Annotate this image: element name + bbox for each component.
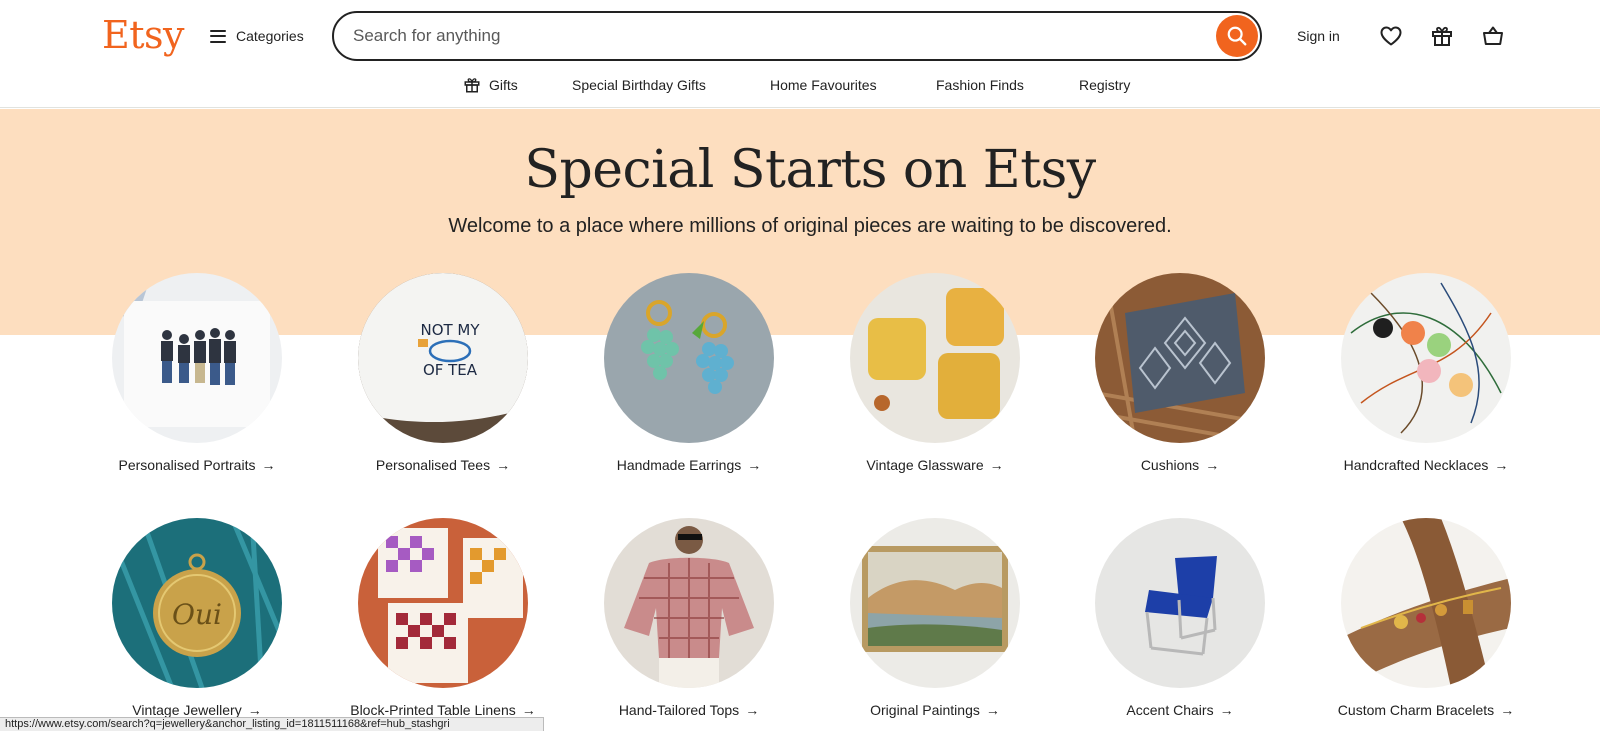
subnav-item-fashion-finds[interactable]: Fashion Finds (936, 72, 1024, 98)
basket-icon (1483, 26, 1503, 45)
etsy-logo[interactable]: Etsy (102, 11, 184, 59)
necklace-image (1341, 273, 1511, 443)
categories-label: Categories (236, 28, 304, 44)
painting-image (850, 518, 1020, 688)
cushion-image (1095, 273, 1265, 443)
hero-subtitle: Welcome to a place where millions of ori… (448, 215, 1172, 237)
heart-icon (1380, 26, 1402, 46)
tee-image: NOT MY OF TEA (358, 273, 528, 443)
category-label: Vintage Glassware → (866, 457, 1004, 473)
subnav-label: Fashion Finds (936, 77, 1024, 93)
category-label: Original Paintings → (870, 702, 1000, 718)
glassware-image (850, 273, 1020, 443)
subnav-item-registry[interactable]: Registry (1079, 72, 1130, 98)
category-label: Accent Chairs → (1126, 702, 1234, 718)
gift-icon (464, 78, 480, 93)
arrow-right-icon: → (747, 457, 762, 473)
subnav-label: Registry (1079, 77, 1131, 93)
svg-text:NOT MY: NOT MY (420, 321, 480, 339)
categories-button[interactable]: Categories (210, 22, 304, 50)
search-button[interactable] (1216, 15, 1258, 57)
category-label: Handcrafted Necklaces → (1343, 457, 1509, 473)
svg-text:OF TEA: OF TEA (423, 361, 478, 379)
arrow-right-icon: → (745, 702, 760, 718)
category-label: Handmade Earrings → (616, 457, 762, 473)
gift-icon (1432, 26, 1452, 46)
subnav-label: Special Birthday Gifts (572, 77, 706, 93)
arrow-right-icon: → (1494, 457, 1509, 473)
jewellery-image: Oui (112, 518, 282, 688)
category-label: Personalised Portraits → (118, 457, 276, 473)
subnav-label: Home Favourites (770, 77, 877, 93)
tops-image (604, 518, 774, 688)
subnav-label: Gifts (489, 77, 518, 93)
arrow-right-icon: → (1219, 702, 1234, 718)
cart-button[interactable] (1479, 22, 1507, 50)
subnav-item-special-birthday-gifts[interactable]: Special Birthday Gifts (572, 72, 706, 98)
hamburger-icon (210, 29, 226, 43)
category-label: Personalised Tees → (375, 457, 511, 473)
arrow-right-icon: → (1500, 702, 1515, 718)
search-input[interactable] (334, 26, 1216, 46)
category-label: Hand-Tailored Tops → (618, 702, 760, 718)
category-label: Custom Charm Bracelets → (1337, 702, 1515, 718)
chair-image (1095, 518, 1265, 688)
search-icon (1227, 26, 1247, 46)
earrings-image (604, 273, 774, 443)
arrow-right-icon: → (985, 702, 1000, 718)
category-label: Cushions → (1140, 457, 1220, 473)
table-linens-image (358, 518, 528, 688)
search-bar (332, 11, 1262, 61)
arrow-right-icon: → (1205, 457, 1220, 473)
gift-mode-button[interactable] (1428, 22, 1456, 50)
site-header: Etsy Categories Sign in (0, 0, 1600, 108)
browser-status-url: https://www.etsy.com/search?q=jewellery&… (0, 717, 544, 731)
sign-in-link[interactable]: Sign in (1297, 24, 1340, 48)
subnav-item-gifts[interactable]: Gifts (463, 72, 518, 98)
svg-text:Oui: Oui (172, 598, 222, 631)
subnav-item-home-favourites[interactable]: Home Favourites (770, 72, 877, 98)
sub-navigation: Gifts Special Birthday Gifts Home Favour… (0, 72, 1600, 98)
arrow-right-icon: → (496, 457, 511, 473)
favorites-button[interactable] (1377, 22, 1405, 50)
portrait-image (112, 273, 282, 443)
arrow-right-icon: → (989, 457, 1004, 473)
arrow-right-icon: → (261, 457, 276, 473)
bracelet-image (1341, 518, 1511, 688)
hero-title: Special Starts on Etsy (524, 140, 1096, 200)
